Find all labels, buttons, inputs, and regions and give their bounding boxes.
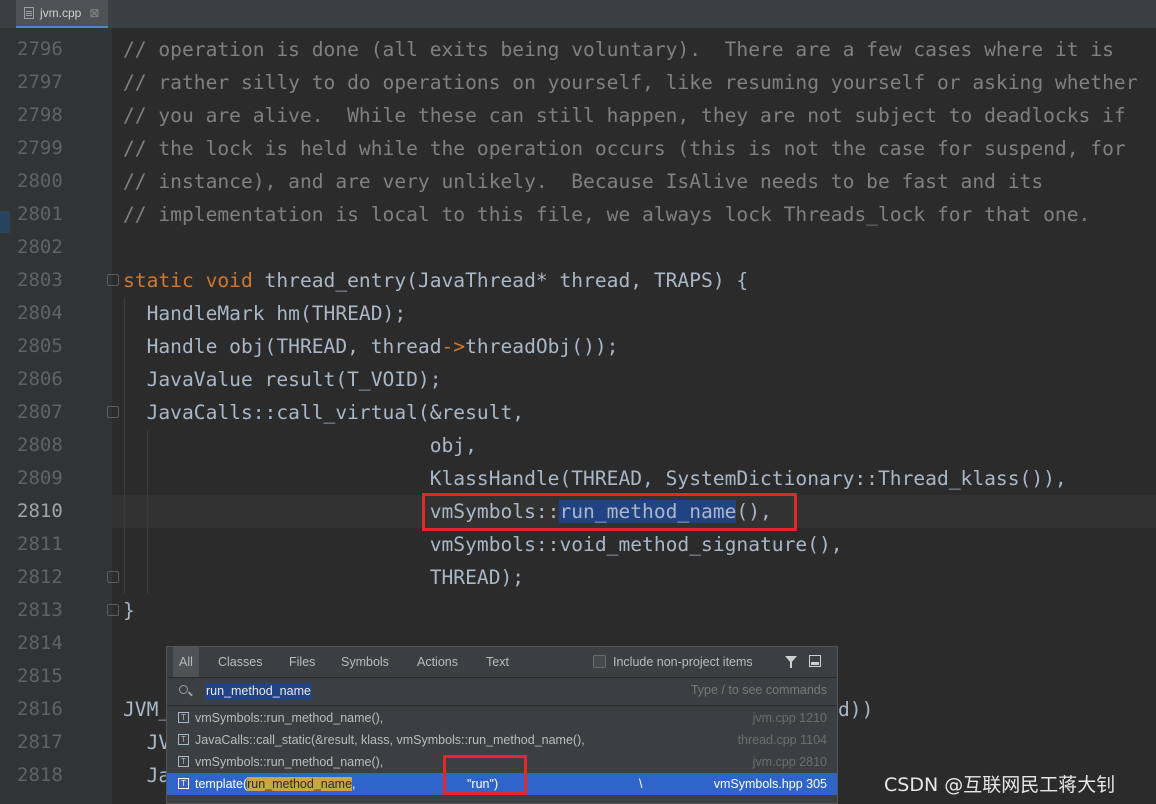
line-number: 2802 [17, 236, 63, 258]
line-number: 2807 [17, 401, 63, 423]
popup-tabs: All Classes Files Symbols Actions Text I… [167, 647, 837, 678]
search-row: run_method_name Type / to see commands [167, 678, 837, 704]
code-text: threadObj()); [465, 335, 619, 358]
line-number: 2811 [17, 533, 63, 555]
annotation-box [422, 493, 797, 531]
code-line-2808: obj, [123, 434, 477, 457]
line-number: 2812 [17, 566, 63, 588]
keyword: void [205, 269, 253, 292]
keyword: static [123, 269, 194, 292]
code-line-2800: // instance), and are very unlikely. Bec… [123, 170, 1044, 193]
search-icon [179, 685, 188, 694]
code-line-2809: KlassHandle(THREAD, SystemDictionary::Th… [123, 467, 1067, 490]
annotation-box [443, 755, 527, 795]
open-in-window-icon[interactable] [809, 655, 821, 667]
line-number: 2810 [17, 500, 63, 522]
result-location: jvm.cpp 2810 [752, 755, 827, 769]
result-text: vmSymbols::run_method_name(), [195, 755, 384, 769]
line-number: 2815 [17, 665, 63, 687]
line-number: 2804 [17, 302, 63, 324]
result-location: vmSymbols.hpp 305 [713, 777, 827, 791]
line-number: 2803 [17, 269, 63, 291]
code-line-2816: JVM_ [123, 698, 171, 721]
code-line-2801: // implementation is local to this file,… [123, 203, 1091, 226]
code-line-2799: // the lock is held while the operation … [123, 137, 1126, 160]
tab-text[interactable]: Text [480, 647, 515, 677]
tool-strip-marker [0, 211, 10, 233]
code-line-2812: THREAD); [123, 566, 525, 589]
line-number: 2801 [17, 203, 63, 225]
include-non-project-checkbox[interactable] [593, 655, 606, 668]
code-line-2798: // you are alive. While these can still … [123, 104, 1126, 127]
result-location: thread.cpp 1104 [737, 733, 827, 747]
watermark: CSDN @互联网民工蒋大钊 [884, 774, 1116, 796]
code-text: thread_entry(JavaThread* thread, TRAPS) … [252, 269, 749, 292]
line-number: 2809 [17, 467, 63, 489]
tab-actions[interactable]: Actions [411, 647, 464, 677]
close-icon[interactable]: ⊠ [89, 6, 99, 20]
line-number: 2798 [17, 104, 63, 126]
result-text-part: , [352, 777, 356, 791]
line-number: 2796 [17, 38, 63, 60]
search-input[interactable]: run_method_name [205, 683, 312, 700]
text-result-icon: T [178, 712, 189, 723]
result-text: vmSymbols::run_method_name(), [195, 711, 384, 725]
line-number: 2818 [17, 764, 63, 786]
text-result-icon: T [178, 778, 189, 789]
result-location: jvm.cpp 1210 [752, 711, 827, 725]
result-text-part: \ [639, 777, 643, 791]
line-number: 2805 [17, 335, 63, 357]
text-result-icon: T [178, 734, 189, 745]
line-number: 2816 [17, 698, 63, 720]
line-number: 2799 [17, 137, 63, 159]
code-line-2796: // operation is done (all exits being vo… [123, 38, 1114, 61]
editor-tab-bar: jvm.cpp ⊠ [0, 0, 1156, 29]
line-number: 2800 [17, 170, 63, 192]
search-hint: Type / to see commands [690, 683, 827, 697]
left-tool-strip [0, 28, 12, 804]
fold-marker[interactable] [107, 406, 119, 418]
tab-all[interactable]: All [173, 647, 199, 677]
line-number: 2814 [17, 632, 63, 654]
line-number: 2813 [17, 599, 63, 621]
tab-label: jvm.cpp [40, 6, 82, 20]
code-line-2803: static void thread_entry(JavaThread* thr… [123, 264, 748, 297]
line-number: 2797 [17, 71, 63, 93]
include-non-project-label: Include non-project items [613, 655, 753, 669]
tab-classes[interactable]: Classes [212, 647, 268, 677]
fold-marker[interactable] [107, 274, 119, 286]
code-line-2805: Handle obj(THREAD, thread->threadObj()); [123, 330, 619, 363]
code-line-2816-tail: d)) [838, 698, 874, 721]
line-number: 2806 [17, 368, 63, 390]
result-text-part: template( [195, 777, 248, 791]
code-line-2811: vmSymbols::void_method_signature(), [123, 533, 843, 556]
result-text: JavaCalls::call_static(&result, klass, v… [195, 733, 585, 747]
tab-symbols[interactable]: Symbols [335, 647, 395, 677]
text-result-icon: T [178, 756, 189, 767]
code-line-2797: // rather silly to do operations on your… [123, 71, 1138, 94]
divider [167, 705, 837, 706]
result-text: template(run_method_name, [195, 773, 356, 795]
fold-marker[interactable] [107, 571, 119, 583]
code-line-2804: HandleMark hm(THREAD); [123, 302, 407, 325]
line-number: 2808 [17, 434, 63, 456]
result-item[interactable]: T JavaCalls::call_static(&result, klass,… [167, 729, 837, 751]
code-line-2817: JV [123, 731, 171, 754]
tab-files[interactable]: Files [283, 647, 321, 677]
code-line-2806: JavaValue result(T_VOID); [123, 368, 442, 391]
file-icon [24, 7, 34, 19]
arrow-operator: -> [441, 335, 466, 358]
match-highlight: run_method_name [247, 777, 353, 791]
filter-icon[interactable] [785, 656, 797, 668]
code-line-2813: } [123, 599, 135, 622]
line-number: 2817 [17, 731, 63, 753]
code-line-2818: Ja [123, 764, 171, 787]
result-item[interactable]: T vmSymbols::run_method_name(), jvm.cpp … [167, 707, 837, 729]
tab-bar-edge [0, 0, 10, 28]
code-text: Handle obj(THREAD, thread [123, 335, 442, 358]
tab-jvm-cpp[interactable]: jvm.cpp ⊠ [16, 0, 108, 28]
code-line-2807: JavaCalls::call_virtual(&result, [123, 401, 525, 424]
fold-marker[interactable] [107, 604, 119, 616]
